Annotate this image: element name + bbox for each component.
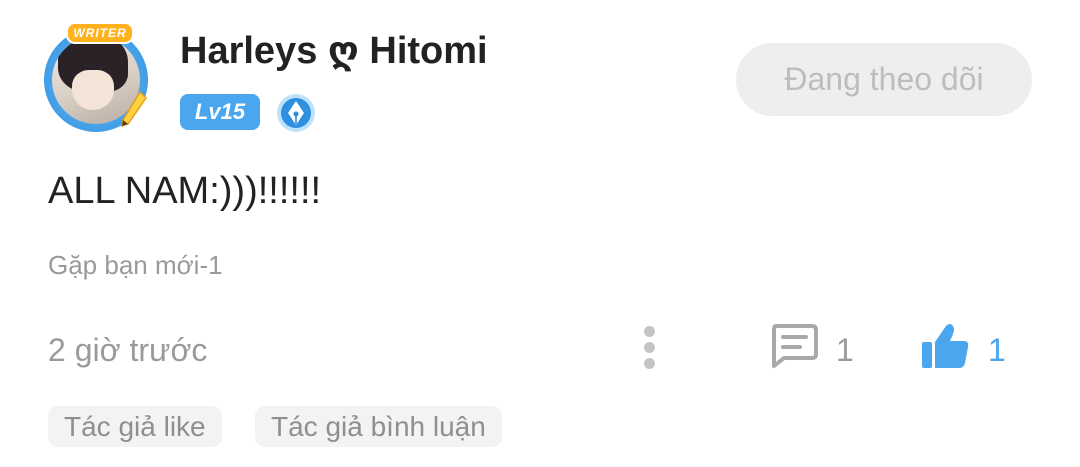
pen-icon: [121, 90, 147, 128]
thumbs-up-icon[interactable]: [918, 320, 972, 372]
comment-count: 1: [836, 332, 854, 368]
tag-author-commented: Tác giả bình luận: [255, 406, 502, 447]
tag-author-liked: Tác giả like: [48, 406, 222, 447]
username[interactable]: Harleys ღ Hitomi: [180, 28, 488, 73]
post-text: ALL NAM:)))!!!!!!: [48, 170, 322, 212]
comment-icon[interactable]: [768, 322, 820, 372]
more-vertical-icon[interactable]: [638, 326, 662, 370]
following-button[interactable]: Đang theo dõi: [736, 43, 1032, 116]
like-count: 1: [988, 332, 1006, 368]
avatar[interactable]: WRITER: [40, 20, 152, 140]
pen-nib-icon: [277, 94, 315, 132]
avatar-face: [72, 70, 114, 110]
level-badge: Lv15: [180, 94, 260, 130]
group-name[interactable]: Gặp bạn mới-1: [48, 250, 223, 281]
post-time: 2 giờ trước: [48, 332, 208, 368]
writer-badge: WRITER: [66, 22, 134, 44]
